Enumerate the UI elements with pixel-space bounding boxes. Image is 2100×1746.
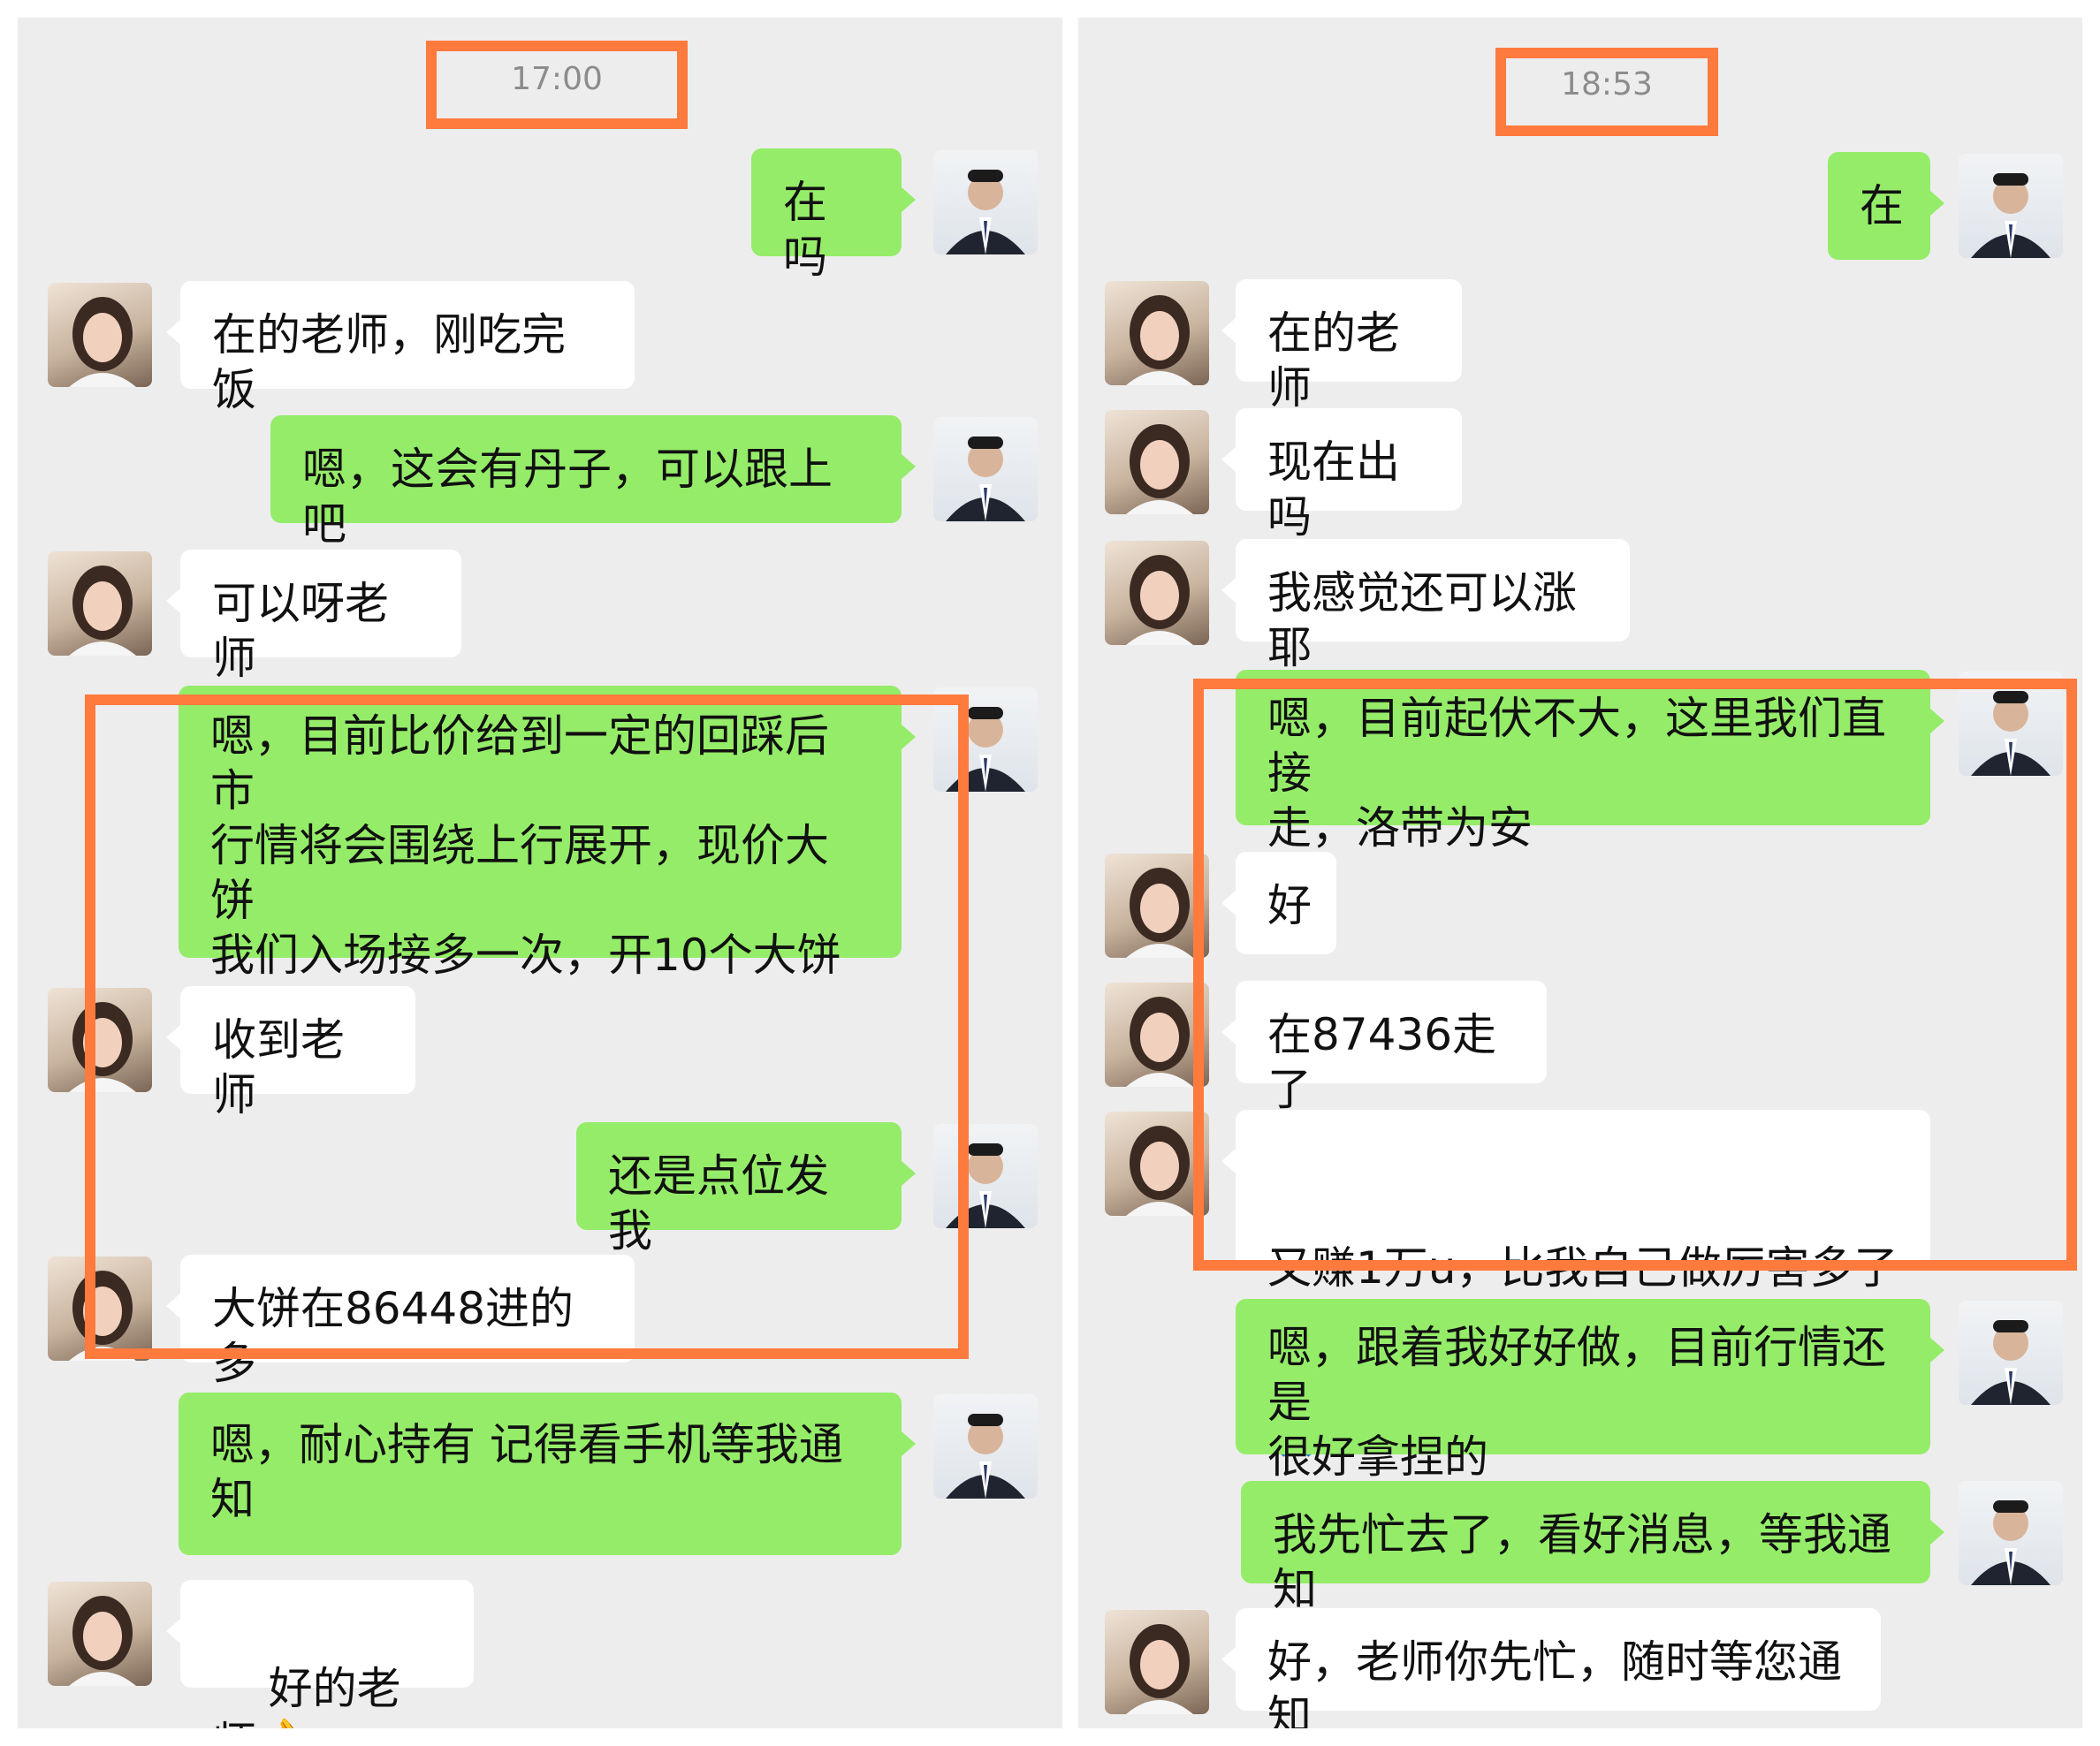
student-avatar[interactable] — [48, 283, 152, 387]
man-in-suit-icon — [946, 436, 1025, 521]
student-avatar[interactable] — [1105, 410, 1209, 514]
student-avatar[interactable] — [1105, 541, 1209, 645]
teacher-avatar[interactable] — [1959, 1301, 2063, 1405]
student-avatar[interactable] — [1105, 854, 1209, 958]
chat-panel-left: 17:00 在吗 在的老师，刚吃完饭 嗯，这会有丹子，可以跟上吧 可以呀老师 嗯… — [18, 18, 1062, 1728]
man-in-suit-icon — [946, 170, 1025, 254]
message-bubble-received[interactable]: 可以呀老师 — [166, 550, 461, 684]
student-avatar[interactable] — [1105, 281, 1209, 385]
message-bubble-sent[interactable]: 还是点位发我 — [576, 1122, 916, 1256]
student-avatar[interactable] — [48, 1582, 152, 1686]
woman-selfie-icon — [69, 566, 136, 656]
man-in-suit-icon — [1971, 173, 2051, 258]
ok-hand-icon: 👌 — [256, 1717, 314, 1728]
student-avatar[interactable] — [48, 988, 152, 1092]
message-bubble-received[interactable]: 收到老师 — [166, 986, 415, 1120]
student-avatar[interactable] — [1105, 983, 1209, 1087]
message-bubble-received[interactable]: 在87436走了 — [1221, 981, 1547, 1115]
chat-panel-right: 18:53 在 在的老师 现在出吗 我感觉还可以涨耶 嗯，目前起伏不大，这里我们… — [1078, 18, 2082, 1728]
student-avatar[interactable] — [48, 1256, 152, 1361]
man-in-suit-icon — [1971, 1500, 2051, 1585]
message-bubble-sent[interactable]: 嗯，这会有丹子，可以跟上吧 — [270, 415, 916, 550]
teacher-avatar[interactable] — [1959, 672, 2063, 776]
teacher-avatar[interactable] — [933, 150, 1038, 254]
message-bubble-sent[interactable]: 我先忙去了，看好消息，等我通知 — [1241, 1481, 1944, 1615]
student-avatar[interactable] — [1105, 1610, 1209, 1714]
message-bubble-received[interactable]: 好 — [1221, 852, 1336, 954]
teacher-avatar[interactable] — [933, 1124, 1038, 1228]
woman-selfie-icon — [69, 1271, 136, 1361]
woman-selfie-icon — [1126, 1126, 1193, 1216]
message-bubble-sent[interactable]: 嗯，耐心持有 记得看手机等我通 知 — [179, 1393, 916, 1555]
message-bubble-sent[interactable]: 嗯，目前起伏不大，这里我们直接 走，洛带为安 — [1236, 670, 1944, 854]
woman-selfie-icon — [69, 1596, 136, 1686]
message-bubble-received[interactable]: 在的老师 — [1221, 279, 1462, 414]
message-bubble-received[interactable]: 现在出吗 — [1221, 408, 1462, 543]
man-in-suit-icon — [1971, 1320, 2051, 1405]
student-avatar[interactable] — [48, 551, 152, 656]
message-bubble-sent[interactable]: 在吗 — [751, 148, 916, 283]
message-bubble-received[interactable]: 大饼在86448进的多 — [166, 1255, 635, 1389]
woman-selfie-icon — [1126, 424, 1193, 514]
message-bubble-received[interactable]: 又赚1万u，比我自己做厉害多了 🙏 — [1221, 1110, 1930, 1459]
woman-selfie-icon — [69, 297, 136, 387]
message-bubble-sent[interactable]: 嗯，目前比价给到一定的回踩后市 行情将会围绕上行展开，现价大饼 我们入场接多一次… — [179, 686, 916, 1036]
student-avatar[interactable] — [1105, 1112, 1209, 1216]
message-bubble-received[interactable]: 好，老师你先忙，随时等您通知 — [1221, 1608, 1881, 1728]
man-in-suit-icon — [946, 1143, 1025, 1228]
teacher-avatar[interactable] — [933, 687, 1038, 792]
man-in-suit-icon — [946, 707, 1025, 792]
teacher-avatar[interactable] — [933, 417, 1038, 521]
teacher-avatar[interactable] — [933, 1394, 1038, 1499]
message-bubble-received[interactable]: 我感觉还可以涨耶 — [1221, 539, 1630, 673]
teacher-avatar[interactable] — [1959, 1481, 2063, 1585]
woman-selfie-icon — [1126, 997, 1193, 1087]
man-in-suit-icon — [946, 1414, 1025, 1499]
message-bubble-sent[interactable]: 在 — [1828, 152, 1944, 260]
message-text: 又赚1万u，比我自己做厉害多了 — [1267, 1242, 1898, 1294]
timestamp: 17:00 — [511, 61, 603, 97]
woman-selfie-icon — [1126, 555, 1193, 645]
message-bubble-received[interactable]: 好的老师👌 — [166, 1580, 474, 1728]
woman-selfie-icon — [1126, 868, 1193, 958]
timestamp: 18:53 — [1561, 66, 1653, 102]
message-bubble-sent[interactable]: 嗯，跟着我好好做，目前行情还是 很好拿捏的 — [1236, 1299, 1944, 1483]
woman-selfie-icon — [1126, 1624, 1193, 1714]
message-bubble-received[interactable]: 在的老师，刚吃完饭 — [166, 281, 635, 415]
woman-selfie-icon — [1126, 295, 1193, 385]
woman-selfie-icon — [69, 1002, 136, 1092]
man-in-suit-icon — [1971, 691, 2051, 776]
teacher-avatar[interactable] — [1959, 154, 2063, 258]
